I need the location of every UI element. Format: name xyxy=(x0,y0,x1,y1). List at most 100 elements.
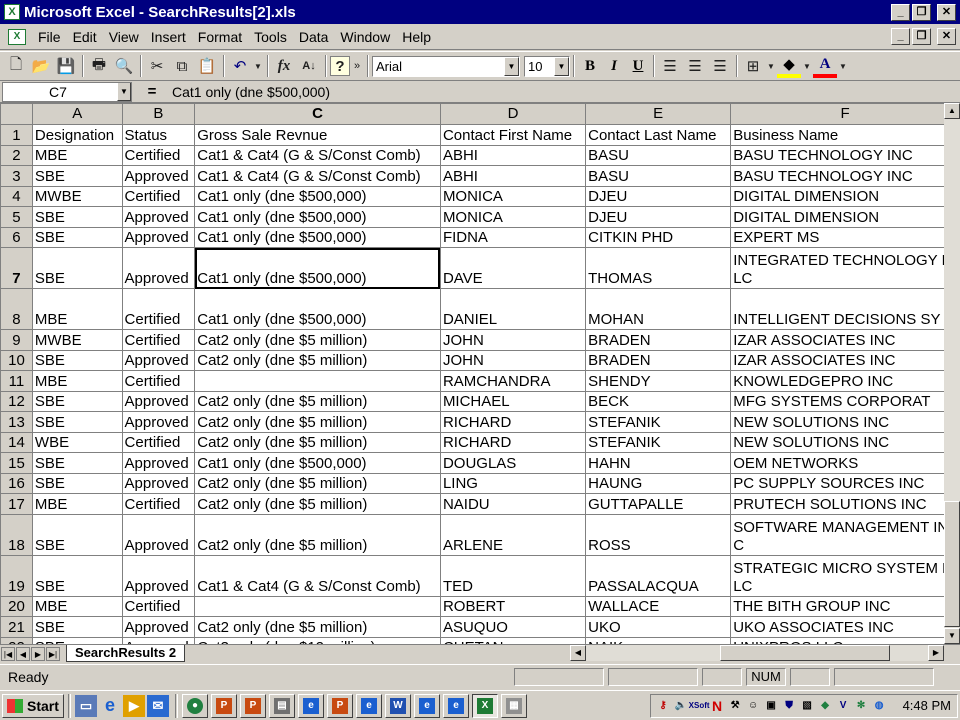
cell-e21[interactable]: UKO xyxy=(585,616,732,638)
cell-a20[interactable]: MBE xyxy=(31,595,123,617)
row-header[interactable]: 1 xyxy=(0,124,33,146)
cell-f1[interactable]: Business Name xyxy=(730,124,960,146)
row-header[interactable]: 5 xyxy=(0,206,33,228)
cell-f17[interactable]: PRUTECH SOLUTIONS INC xyxy=(730,493,960,515)
task-internet-explorer-1[interactable]: e xyxy=(298,693,324,718)
cell-f5[interactable]: DIGITAL DIMENSION xyxy=(730,206,960,228)
row-header[interactable]: 17 xyxy=(0,493,33,515)
cell-a17[interactable]: MBE xyxy=(31,493,123,515)
menu-edit[interactable]: Edit xyxy=(67,29,103,45)
font-size-select[interactable]: 10 ▼ xyxy=(524,55,570,77)
help-icon[interactable]: ? xyxy=(330,56,350,76)
task-powerpoint-2[interactable]: P xyxy=(240,693,266,718)
cell-d6[interactable]: FIDNA xyxy=(439,226,587,248)
new-icon[interactable]: 🗋 xyxy=(4,54,28,78)
row-header[interactable]: 6 xyxy=(0,226,33,248)
cell-c19[interactable]: Cat1 & Cat4 (G & S/Const Comb) xyxy=(194,554,441,597)
task-internet-explorer-3[interactable]: e xyxy=(414,693,440,718)
align-right-icon[interactable]: ☰ xyxy=(708,54,732,78)
cell-d19[interactable]: TED xyxy=(439,554,587,597)
next-sheet-icon[interactable]: ▶ xyxy=(31,646,45,661)
cell-f6[interactable]: EXPERT MS xyxy=(730,226,960,248)
cell-d15[interactable]: DOUGLAS xyxy=(439,452,587,474)
messenger-icon[interactable]: ☺ xyxy=(745,697,762,714)
row-header[interactable]: 13 xyxy=(0,411,33,433)
cell-a4[interactable]: MWBE xyxy=(31,185,123,207)
media-player-icon[interactable]: ▶ xyxy=(123,694,145,717)
spreadsheet-grid[interactable]: A B C D E F 1 Designation Status Gross Sale… xyxy=(0,103,960,644)
first-sheet-icon[interactable]: |◀ xyxy=(1,646,15,661)
cell-e20[interactable]: WALLACE xyxy=(585,595,732,617)
cell-c12[interactable]: Cat2 only (dne $5 million) xyxy=(194,390,441,412)
cell-c6[interactable]: Cat1 only (dne $500,000) xyxy=(194,226,441,248)
equals-sign[interactable]: = xyxy=(132,83,172,100)
scroll-down-icon[interactable]: ▼ xyxy=(944,628,960,644)
menu-window[interactable]: Window xyxy=(334,29,396,45)
cell-a10[interactable]: SBE xyxy=(31,349,123,371)
menu-data[interactable]: Data xyxy=(293,29,335,45)
row-header[interactable]: 14 xyxy=(0,431,33,453)
column-header-b[interactable]: B xyxy=(121,103,196,125)
cell-b12[interactable]: Approved xyxy=(121,390,196,412)
cell-d14[interactable]: RICHARD xyxy=(439,431,587,453)
column-header-f[interactable]: F xyxy=(730,103,960,125)
row-header[interactable]: 7 xyxy=(0,247,33,289)
cell-a18[interactable]: SBE xyxy=(31,513,123,556)
cell-d2[interactable]: ABHI xyxy=(439,144,587,166)
row-header[interactable]: 18 xyxy=(0,513,33,556)
task-windows-explorer[interactable]: ▤ xyxy=(269,693,295,718)
cell-f18[interactable]: SOFTWARE MANAGEMENT INC xyxy=(730,513,960,556)
row-header[interactable]: 10 xyxy=(0,349,33,371)
task-word[interactable]: W xyxy=(385,693,411,718)
cell-a2[interactable]: MBE xyxy=(31,144,123,166)
cell-e12[interactable]: BECK xyxy=(585,390,732,412)
scroll-right-icon[interactable]: ▶ xyxy=(928,645,944,661)
cell-d16[interactable]: LING xyxy=(439,472,587,494)
font-name-select[interactable]: Arial ▼ xyxy=(372,55,520,77)
cell-e8[interactable]: MOHAN xyxy=(585,288,732,330)
cell-b5[interactable]: Approved xyxy=(121,206,196,228)
cell-a12[interactable]: SBE xyxy=(31,390,123,412)
row-header[interactable]: 16 xyxy=(0,472,33,494)
borders-icon[interactable]: ⊞ xyxy=(741,54,765,78)
last-sheet-icon[interactable]: ▶| xyxy=(46,646,60,661)
settings-icon[interactable]: ✻ xyxy=(853,697,870,714)
row-header[interactable]: 22 xyxy=(0,636,33,644)
workbook-minimize-button[interactable]: _ xyxy=(891,28,910,45)
cell-b17[interactable]: Certified xyxy=(121,493,196,515)
chevron-down-icon[interactable]: ▼ xyxy=(117,82,131,101)
cell-e16[interactable]: HAUNG xyxy=(585,472,732,494)
print-preview-icon[interactable]: 🔍 xyxy=(112,54,136,78)
task-notepad[interactable]: ▦ xyxy=(501,693,527,718)
cell-a9[interactable]: MWBE xyxy=(31,329,123,351)
vpn-icon[interactable]: V xyxy=(835,697,852,714)
fill-dropdown-icon[interactable]: ▼ xyxy=(802,54,812,78)
workbook-close-button[interactable]: ✕ xyxy=(937,28,956,45)
horizontal-scroll-thumb[interactable] xyxy=(720,645,890,661)
cell-f10[interactable]: IZAR ASSOCIATES INC xyxy=(730,349,960,371)
cell-d18[interactable]: ARLENE xyxy=(439,513,587,556)
menu-insert[interactable]: Insert xyxy=(145,29,192,45)
network-key-icon[interactable]: ⚷ xyxy=(655,697,672,714)
excel-icon[interactable]: X xyxy=(4,4,20,20)
row-header[interactable]: 19 xyxy=(0,554,33,597)
borders-dropdown-icon[interactable]: ▼ xyxy=(766,54,776,78)
cell-b3[interactable]: Approved xyxy=(121,165,196,187)
cell-c9[interactable]: Cat2 only (dne $5 million) xyxy=(194,329,441,351)
cube-icon[interactable]: ◆ xyxy=(817,697,834,714)
fill-color-icon[interactable]: ◆ xyxy=(777,54,801,78)
vertical-scrollbar[interactable]: ▲ ▼ xyxy=(944,103,960,644)
cell-c22[interactable]: Cat3 only (dne $12 million) xyxy=(194,636,441,644)
cell-f2[interactable]: BASU TECHNOLOGY INC xyxy=(730,144,960,166)
name-box[interactable]: C7 ▼ xyxy=(2,81,132,102)
cell-a19[interactable]: SBE xyxy=(31,554,123,597)
scroll-up-icon[interactable]: ▲ xyxy=(944,103,960,119)
cell-b22[interactable]: Approved xyxy=(121,636,196,644)
start-button[interactable]: Start xyxy=(2,693,64,718)
cell-c1[interactable]: Gross Sale Revnue xyxy=(194,124,441,146)
row-header[interactable]: 20 xyxy=(0,595,33,617)
close-button[interactable]: ✕ xyxy=(937,3,956,21)
cell-c2[interactable]: Cat1 & Cat4 (G & S/Const Comb) xyxy=(194,144,441,166)
cell-c3[interactable]: Cat1 & Cat4 (G & S/Const Comb) xyxy=(194,165,441,187)
undo-dropdown-icon[interactable]: ▼ xyxy=(253,54,263,78)
